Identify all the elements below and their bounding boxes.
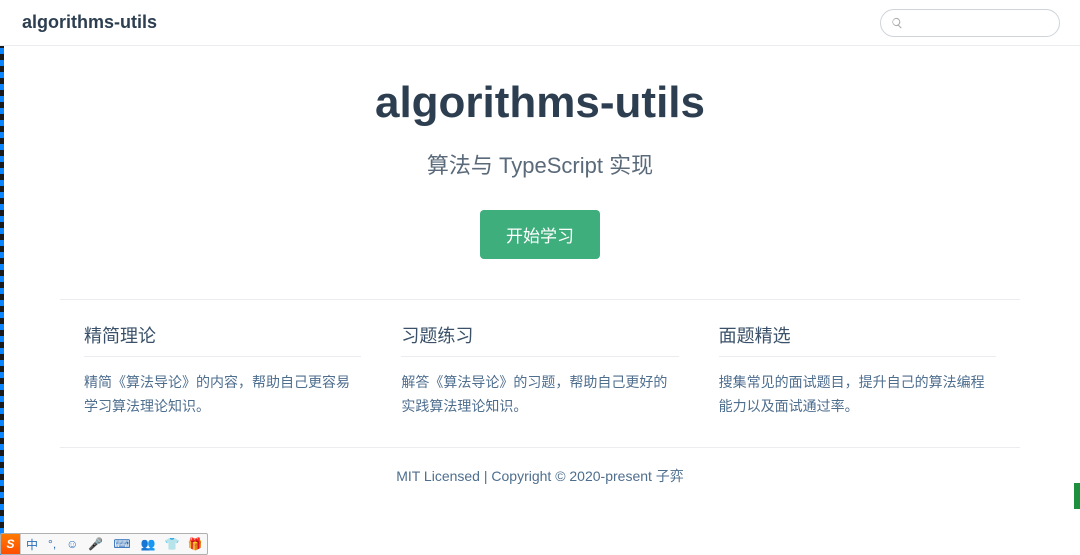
search-box[interactable] — [880, 9, 1060, 37]
feature-card: 精简理论 精简《算法导论》的内容，帮助自己更容易学习算法理论知识。 — [84, 322, 361, 419]
ime-keyboard-icon[interactable]: ⌨ — [108, 537, 135, 551]
feature-title: 面题精选 — [719, 322, 996, 357]
ime-punct-toggle[interactable]: °, — [43, 537, 61, 551]
start-learning-button[interactable]: 开始学习 — [480, 210, 600, 259]
ime-toolbar[interactable]: S 中 °, ☺ 🎤 ⌨ 👥 👕 🎁 — [0, 533, 208, 555]
feature-title: 习题练习 — [401, 322, 678, 357]
feature-card: 习题练习 解答《算法导论》的习题，帮助自己更好的实践算法理论知识。 — [401, 322, 678, 419]
ime-lang-toggle[interactable]: 中 — [21, 536, 43, 553]
hero-title: algorithms-utils — [60, 78, 1020, 128]
feature-text: 解答《算法导论》的习题，帮助自己更好的实践算法理论知识。 — [401, 371, 678, 419]
footer: MIT Licensed | Copyright © 2020-present … — [60, 447, 1020, 486]
window-left-edge — [0, 0, 4, 555]
ime-skin-icon[interactable]: 👕 — [161, 537, 184, 551]
search-input[interactable] — [909, 15, 1049, 30]
search-icon — [891, 16, 903, 30]
footer-text: MIT Licensed | Copyright © 2020-present … — [396, 468, 684, 484]
ime-people-icon[interactable]: 👥 — [136, 537, 161, 551]
ime-mic-icon[interactable]: 🎤 — [83, 537, 108, 551]
ime-logo-icon[interactable]: S — [1, 534, 21, 554]
feature-text: 搜集常见的面试题目，提升自己的算法编程能力以及面试通过率。 — [719, 371, 996, 419]
nav-title[interactable]: algorithms-utils — [22, 12, 157, 33]
features-section: 精简理论 精简《算法导论》的内容，帮助自己更容易学习算法理论知识。 习题练习 解… — [60, 299, 1020, 419]
hero-description: 算法与 TypeScript 实现 — [60, 148, 1020, 180]
ime-toolbox-icon[interactable]: 🎁 — [184, 537, 207, 551]
navbar: algorithms-utils — [0, 0, 1080, 46]
feature-title: 精简理论 — [84, 322, 361, 357]
scrollbar-indicator[interactable] — [1074, 483, 1080, 509]
feature-card: 面题精选 搜集常见的面试题目，提升自己的算法编程能力以及面试通过率。 — [719, 322, 996, 419]
feature-text: 精简《算法导论》的内容，帮助自己更容易学习算法理论知识。 — [84, 371, 361, 419]
ime-emoji-icon[interactable]: ☺ — [61, 537, 83, 551]
